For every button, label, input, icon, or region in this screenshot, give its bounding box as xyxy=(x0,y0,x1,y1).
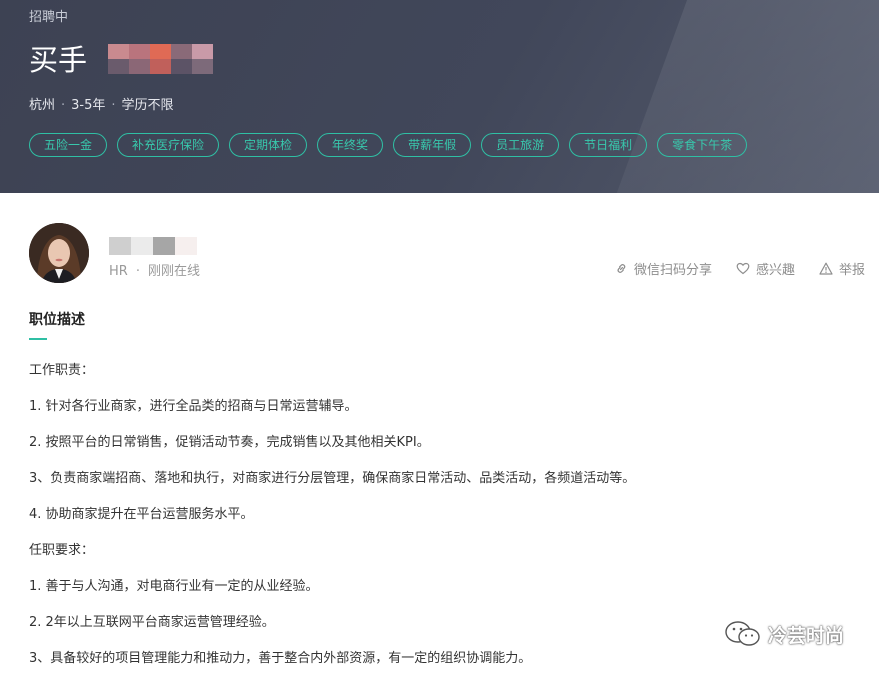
description-line: 1. 善于与人沟通，对电商行业有一定的从业经验。 xyxy=(29,579,319,594)
separator-dot: · xyxy=(61,98,66,113)
job-experience: 3-5年 xyxy=(71,98,106,113)
avatar[interactable] xyxy=(29,223,89,283)
benefit-tags: 五险一金 补充医疗保险 定期体检 年终奖 带薪年假 员工旅游 节日福利 零食下午… xyxy=(29,133,757,157)
separator-dot: · xyxy=(135,264,140,279)
job-meta: 杭州 · 3-5年 · 学历不限 xyxy=(29,94,174,113)
section-underline xyxy=(29,338,47,340)
benefit-tag: 带薪年假 xyxy=(393,133,472,157)
redacted-title-mosaic xyxy=(108,44,214,74)
benefit-tag: 五险一金 xyxy=(29,133,108,157)
avatar-image xyxy=(29,223,89,283)
header-decoration xyxy=(612,0,879,193)
watermark: 冷芸时尚 xyxy=(724,620,844,648)
wechat-icon xyxy=(725,621,760,646)
section-title: 职位描述 xyxy=(29,312,85,328)
job-city: 杭州 xyxy=(29,98,56,113)
share-button[interactable]: 微信扫码分享 xyxy=(615,259,712,278)
description-line: 3、负责商家端招商、落地和执行，对商家进行分层管理，确保商家日常活动、品类活动，… xyxy=(29,471,636,486)
link-icon xyxy=(617,264,626,273)
description-line: 2. 按照平台的日常销售，促销活动节奏，完成销售以及其他相关KPI。 xyxy=(29,435,430,450)
interest-button[interactable]: 感兴趣 xyxy=(736,259,795,278)
benefit-tag: 零食下午茶 xyxy=(657,133,748,157)
benefit-tag: 补充医疗保险 xyxy=(117,133,220,157)
description-line: 任职要求： xyxy=(29,543,95,558)
benefit-tag: 年终奖 xyxy=(317,133,384,157)
description-line: 2. 2年以上互联网平台商家运营管理经验。 xyxy=(29,615,275,630)
job-title: 买手 xyxy=(29,43,88,77)
heart-icon xyxy=(736,262,750,275)
description-line: 1. 针对各行业商家，进行全品类的招商与日常运营辅导。 xyxy=(29,399,358,414)
job-education: 学历不限 xyxy=(121,98,174,113)
benefit-tag: 节日福利 xyxy=(569,133,648,157)
recruiter-info: HR · 刚刚在线 xyxy=(109,260,200,279)
online-status: 刚刚在线 xyxy=(147,264,200,279)
description-line: 工作职责： xyxy=(29,363,95,378)
report-label: 举报 xyxy=(838,263,865,278)
recruiter-row: HR · 刚刚在线 微信扫码分享 感兴趣 举报 xyxy=(29,223,865,285)
share-label: 微信扫码分享 xyxy=(633,263,712,278)
description-line: 3、具备较好的项目管理能力和推动力，善于整合内外部资源，有一定的组织协调能力。 xyxy=(29,651,532,666)
redacted-name-mosaic xyxy=(109,237,197,255)
recruiter-role: HR xyxy=(109,264,128,279)
benefit-tag: 定期体检 xyxy=(229,133,308,157)
separator-dot: · xyxy=(111,98,116,113)
job-header: 招聘中 买手 杭州 · 3-5年 · 学历不限 五险一金 补充医疗保险 定期体检 年终奖… xyxy=(0,0,879,193)
watermark-text: 冷芸时尚 xyxy=(768,624,845,647)
recruiting-status: 招聘中 xyxy=(29,10,69,25)
benefit-tag: 员工旅游 xyxy=(481,133,560,157)
job-description: 工作职责： 1. 针对各行业商家，进行全品类的招商与日常运营辅导。 2. 按照平… xyxy=(29,361,729,685)
recruiter-actions: 微信扫码分享 感兴趣 举报 xyxy=(591,259,865,278)
description-line: 4. 协助商家提升在平台运营服务水平。 xyxy=(29,507,254,522)
interest-label: 感兴趣 xyxy=(755,263,795,278)
warning-icon xyxy=(819,262,833,275)
report-button[interactable]: 举报 xyxy=(819,259,865,278)
